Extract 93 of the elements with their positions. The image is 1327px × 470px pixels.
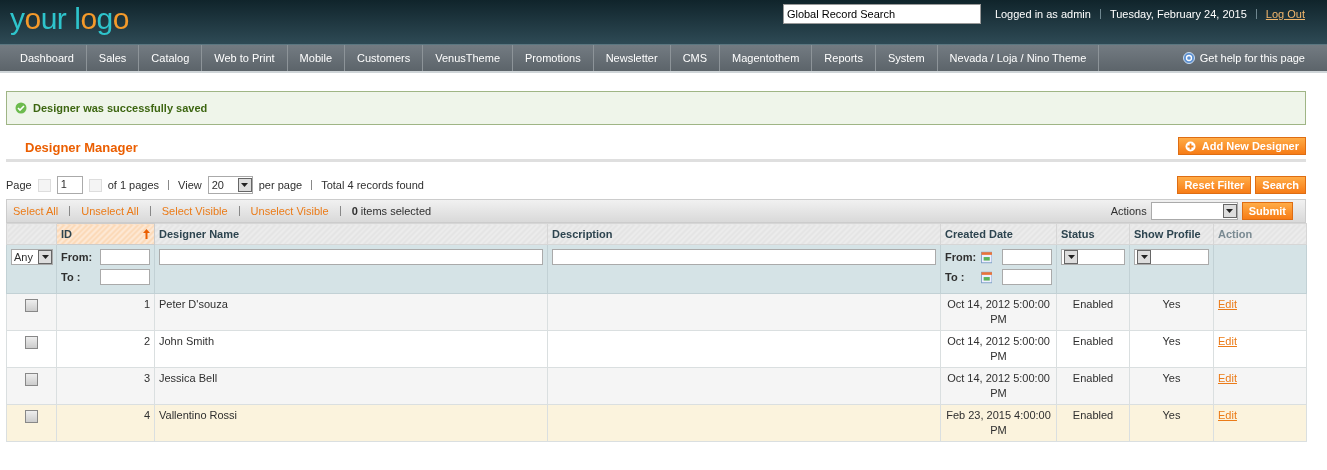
nav-item[interactable]: Nevada / Loja / Nino Theme xyxy=(937,45,1100,71)
nav-item[interactable]: Catalog xyxy=(139,45,203,71)
logout-link[interactable]: Log Out xyxy=(1265,8,1305,20)
table-cell: Feb 23, 2015 4:00:00 PM xyxy=(946,409,1051,436)
filter-field[interactable] xyxy=(552,249,936,265)
id-text: 2 xyxy=(143,335,150,347)
filter-field[interactable] xyxy=(159,249,543,265)
table-cell: Enabled xyxy=(1072,298,1114,310)
table-cell: Enabled xyxy=(1072,409,1114,421)
filter-label: To : xyxy=(61,269,82,285)
next-page-button[interactable] xyxy=(88,178,102,192)
records-text: Total 4 records found xyxy=(321,179,424,191)
table-cell: Yes xyxy=(1162,409,1181,421)
plus-icon xyxy=(1184,140,1196,152)
nav-item[interactable]: Promotions xyxy=(513,45,594,71)
caret-icon xyxy=(1226,209,1234,213)
date-text: Tuesday, February 24, 2015 xyxy=(1109,8,1247,20)
table-cell: John Smith xyxy=(159,335,215,347)
page-field[interactable]: 1 xyxy=(56,176,83,194)
input-field[interactable] xyxy=(1002,249,1052,265)
actions-select[interactable] xyxy=(1150,202,1238,220)
edit-link[interactable]: Edit xyxy=(1218,335,1237,347)
input-field[interactable] xyxy=(100,249,150,265)
calendar-icon[interactable] xyxy=(980,270,992,284)
id-text: 4 xyxy=(143,409,150,421)
per-page-select[interactable]: 20 xyxy=(207,176,253,194)
caret-icon xyxy=(41,255,49,259)
sort-arrow-icon xyxy=(143,229,150,239)
column-header[interactable]: Show Profile xyxy=(1129,223,1214,245)
filter-label: From: xyxy=(945,249,977,265)
id-text: 3 xyxy=(143,372,150,384)
nav-item[interactable]: Magentothem xyxy=(720,45,813,71)
table-cell: Yes xyxy=(1162,372,1181,384)
column-header[interactable]: Status xyxy=(1056,223,1130,245)
caret-icon xyxy=(241,183,249,187)
table-cell: Oct 14, 2012 5:00:00 PM xyxy=(947,372,1050,399)
success-message: Designer was successfully saved xyxy=(33,102,208,114)
nav-item[interactable]: Reports xyxy=(812,45,876,71)
selected-count: 0 items selected xyxy=(351,205,432,217)
caret-icon xyxy=(1140,255,1148,259)
logo: your logo xyxy=(10,2,129,36)
edit-link[interactable]: Edit xyxy=(1218,298,1237,310)
column-header[interactable]: ID xyxy=(56,223,155,245)
table-cell: Yes xyxy=(1162,335,1181,347)
table-cell: Oct 14, 2012 5:00:00 PM xyxy=(947,335,1050,362)
row-checkbox[interactable] xyxy=(25,410,38,423)
filter-select[interactable] xyxy=(1061,249,1125,265)
filter-select[interactable] xyxy=(1134,249,1209,265)
edit-link[interactable]: Edit xyxy=(1218,409,1237,421)
table-cell: Enabled xyxy=(1072,335,1114,347)
previous-page-button[interactable] xyxy=(37,178,51,192)
nav-item[interactable]: CMS xyxy=(670,45,721,71)
id-text: 1 xyxy=(143,298,150,310)
view-label: View xyxy=(178,179,202,191)
table-cell: Oct 14, 2012 5:00:00 PM xyxy=(947,298,1050,325)
column-header: Action xyxy=(1213,223,1307,245)
nav-item[interactable]: Web to Print xyxy=(202,45,288,71)
table-cell: Jessica Bell xyxy=(159,372,218,384)
help-icon xyxy=(1182,52,1195,64)
table-cell: Peter D'souza xyxy=(159,298,228,310)
row-checkbox[interactable] xyxy=(25,299,38,312)
nav-item[interactable]: VenusTheme xyxy=(423,45,514,71)
row-checkbox[interactable] xyxy=(25,336,38,349)
nav-item[interactable]: Mobile xyxy=(287,45,345,71)
per-page-label: per page xyxy=(258,179,303,191)
global-search-field[interactable]: Global Record Search xyxy=(782,4,981,24)
column-header[interactable]: Designer Name xyxy=(154,223,548,245)
input-field[interactable] xyxy=(100,269,150,285)
row-checkbox[interactable] xyxy=(25,373,38,386)
page-label: Page xyxy=(6,179,32,191)
filter-select[interactable]: Any xyxy=(11,249,53,265)
nav-item[interactable]: Sales xyxy=(86,45,140,71)
calendar-icon[interactable] xyxy=(980,250,992,264)
table-cell: Yes xyxy=(1162,298,1181,310)
nav-item[interactable]: Dashboard xyxy=(8,45,87,71)
table-cell: Vallentino Rossi xyxy=(159,409,238,421)
success-icon xyxy=(15,102,27,114)
column-header[interactable]: Description xyxy=(547,223,941,245)
page-title: Designer Manager xyxy=(25,140,138,155)
table-cell: Enabled xyxy=(1072,372,1114,384)
pages-text: of 1 pages xyxy=(107,179,160,191)
help-link[interactable]: Get help for this page xyxy=(1199,52,1305,64)
user-text: Logged in as admin xyxy=(994,8,1091,20)
nav-item[interactable]: Newsletter xyxy=(593,45,671,71)
filter-label: To : xyxy=(945,269,966,285)
actions-label: Actions xyxy=(1110,205,1147,217)
nav-item[interactable]: System xyxy=(875,45,938,71)
caret-icon xyxy=(1067,255,1075,259)
edit-link[interactable]: Edit xyxy=(1218,372,1237,384)
filter-label: From: xyxy=(61,249,94,265)
nav-item[interactable]: Customers xyxy=(345,45,424,71)
input-field[interactable] xyxy=(1002,269,1052,285)
column-header[interactable]: Created Date xyxy=(940,223,1057,245)
